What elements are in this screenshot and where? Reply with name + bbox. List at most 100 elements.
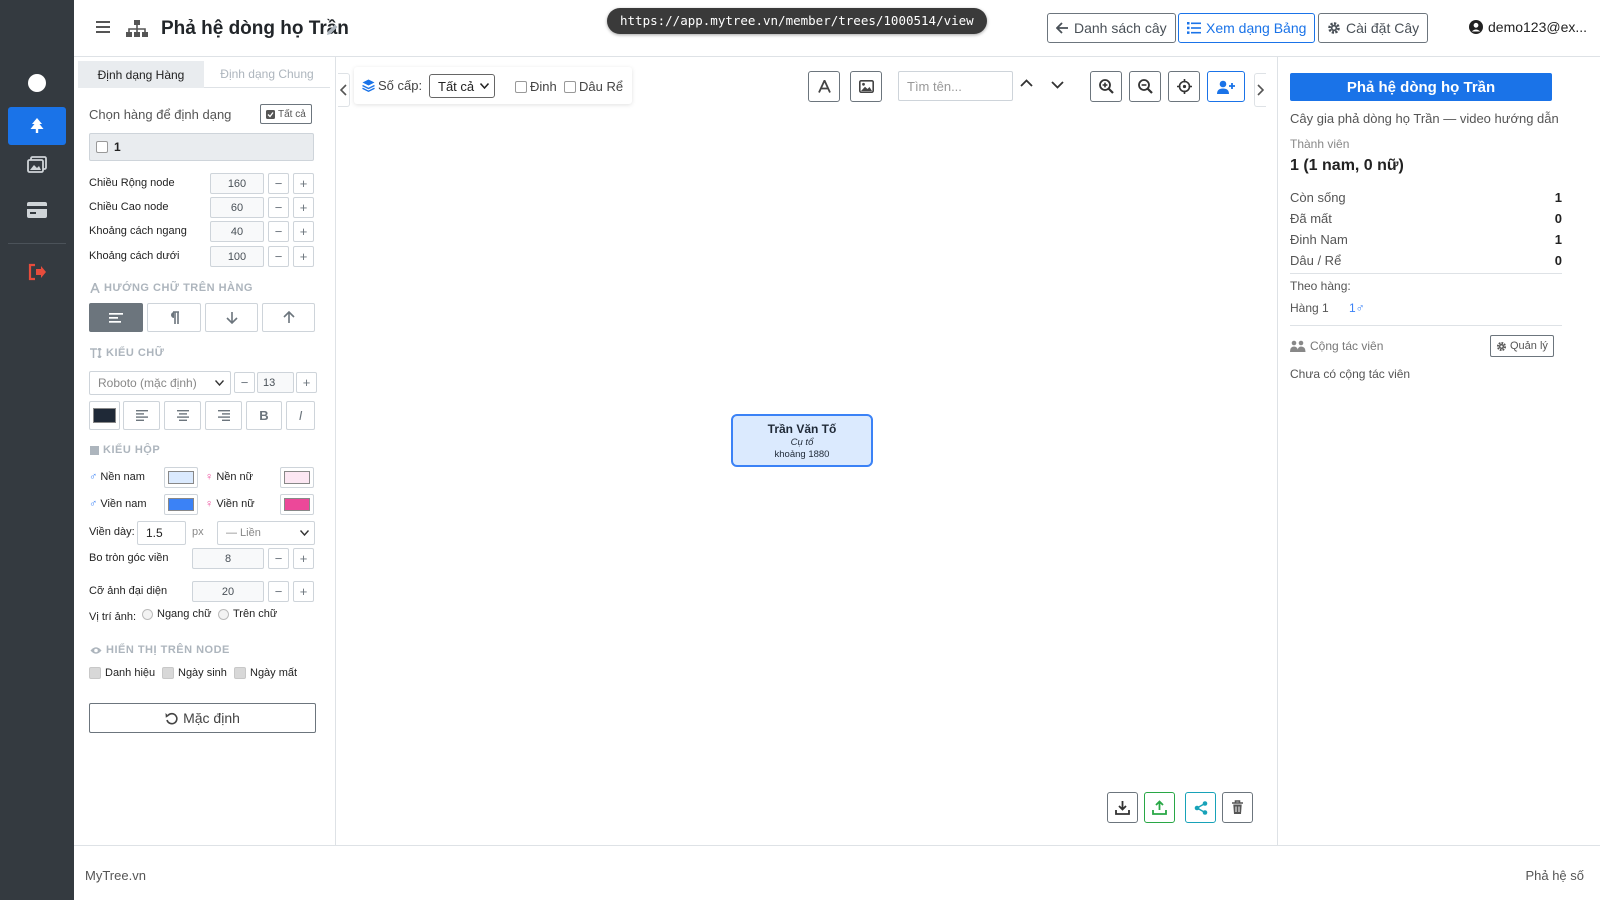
family-member-node[interactable]: Trần Văn Tố Cụ tổ khoảng 1880 [731,414,873,467]
male-bg-color[interactable] [164,467,198,488]
avatar-size-decrease[interactable]: − [268,581,289,602]
filter-dinh-checkbox[interactable] [515,80,527,93]
radius-input[interactable]: 8 [192,548,264,569]
male-symbol-icon: ♂ [89,498,98,510]
upload-button[interactable] [1144,792,1175,823]
collapse-right-panel-button[interactable] [1254,73,1266,107]
h-spacing-decrease[interactable]: − [268,221,289,242]
radio-top[interactable] [218,608,229,620]
tree-title-button[interactable]: Phả hệ dòng họ Trần [1290,73,1552,101]
row-option[interactable]: 1 [89,133,314,161]
text-align-right-button[interactable] [205,401,242,430]
male-border-color[interactable] [164,494,198,515]
border-width-input[interactable]: 1.5 [137,521,186,545]
levels-select[interactable]: Tất cả [429,74,495,98]
zoom-in-button[interactable] [1090,71,1122,102]
show-title-option[interactable]: Danh hiệu [89,667,155,679]
show-death-checkbox[interactable] [234,667,246,679]
female-border-color[interactable] [280,494,314,515]
text-toggle-button[interactable] [808,71,840,102]
v-spacing-increase[interactable]: + [293,246,314,267]
filter-daure-checkbox[interactable] [564,80,576,93]
members-count: 1 (1 nam, 0 nữ) [1290,157,1404,174]
chevron-down-icon [1051,81,1064,89]
h-spacing-increase[interactable]: + [293,221,314,242]
tree-canvas[interactable]: Số cấp: Tất cả Đinh Dâu Rể Tìm tên... Tr… [338,57,1266,845]
sidebar-dashboard[interactable] [8,64,66,102]
center-view-button[interactable] [1168,71,1200,102]
v-spacing-input[interactable]: 100 [210,246,264,267]
direction-down-button[interactable] [205,303,258,332]
show-birth-checkbox[interactable] [162,667,174,679]
menu-toggle[interactable] [96,20,110,34]
share-button[interactable] [1185,792,1216,823]
italic-button[interactable]: I [286,401,315,430]
text-align-center-button[interactable] [164,401,201,430]
font-size-decrease[interactable]: − [234,372,255,393]
bold-button[interactable]: B [246,401,282,430]
direction-horizontal-button[interactable] [89,303,143,332]
female-symbol-icon: ♀ [205,498,214,510]
sidebar-trees[interactable] [8,107,66,145]
show-title-checkbox[interactable] [89,667,101,679]
font-size-increase[interactable]: + [296,372,317,393]
display-section-label: HIỂN THỊ TRÊN NODE [106,644,230,656]
tree-settings-button[interactable]: Cài đặt Cây [1318,13,1429,43]
user-menu[interactable]: demo123@ex... [1469,19,1587,35]
sidebar-logout[interactable] [8,253,66,291]
display-section-title: HIỂN THỊ TRÊN NODE [90,644,230,656]
image-toggle-button[interactable] [850,71,882,102]
v-spacing-decrease[interactable]: − [268,246,289,267]
add-member-button[interactable] [1207,71,1245,102]
show-death-option[interactable]: Ngày mất [234,667,297,679]
reset-default-button[interactable]: Mặc định [89,703,316,733]
tree-info-panel: Phả hệ dòng họ Trần Cây gia phả dòng họ … [1277,57,1600,845]
image-position-horizontal[interactable]: Ngang chữ [142,608,211,620]
search-next-button[interactable] [1051,81,1064,89]
chevron-down-icon [300,530,309,536]
filter-daure-option[interactable]: Dâu Rể [564,79,623,94]
node-width-decrease[interactable]: − [268,173,289,194]
sidebar-gallery[interactable] [8,146,66,184]
font-a-icon [90,283,100,293]
search-previous-button[interactable] [1020,79,1033,87]
border-style-select[interactable]: — Liền [217,521,315,545]
tree-list-button[interactable]: Danh sách cây [1047,13,1176,43]
node-height-decrease[interactable]: − [268,197,289,218]
image-position-top[interactable]: Trên chữ [218,608,277,620]
node-height-input[interactable]: 60 [210,197,264,218]
avatar-size-input[interactable]: 20 [192,581,264,602]
manage-collaborators-button[interactable]: Quản lý [1490,335,1554,357]
edit-title-button[interactable] [326,23,339,36]
select-all-button[interactable]: Tất cả [260,104,312,124]
row-checkbox[interactable] [96,141,108,153]
tab-row-format[interactable]: Định dạng Hàng [78,61,204,88]
delete-tree-button[interactable] [1222,792,1253,823]
show-birth-option[interactable]: Ngày sinh [162,667,227,679]
radius-increase[interactable]: + [293,548,314,569]
member-search-input[interactable]: Tìm tên... [898,71,1013,101]
download-button[interactable] [1107,792,1138,823]
text-color-picker[interactable] [89,401,120,430]
radius-decrease[interactable]: − [268,548,289,569]
zoom-out-button[interactable] [1129,71,1161,102]
node-width-input[interactable]: 160 [210,173,264,194]
sidebar-billing[interactable] [8,191,66,229]
avatar-size-increase[interactable]: + [293,581,314,602]
tab-general-format[interactable]: Định dạng Chung [204,61,330,88]
direction-paragraph-button[interactable] [147,303,201,332]
font-family-select[interactable]: Roboto (mặc định) [89,371,231,395]
node-width-increase[interactable]: + [293,173,314,194]
radio-horizontal[interactable] [142,608,153,620]
direction-up-button[interactable] [262,303,315,332]
text-align-left-button[interactable] [123,401,160,430]
members-label: Thành viên [1290,137,1350,151]
node-height-increase[interactable]: + [293,197,314,218]
collapse-left-panel-button[interactable] [338,73,350,107]
table-view-button[interactable]: Xem dạng Bảng [1178,13,1316,43]
font-size-input[interactable]: 13 [257,372,294,393]
h-spacing-input[interactable]: 40 [210,221,264,242]
filter-dinh-option[interactable]: Đinh [515,79,557,94]
female-bg-color[interactable] [280,467,314,488]
h-spacing-label: Khoảng cách ngang [89,225,187,237]
